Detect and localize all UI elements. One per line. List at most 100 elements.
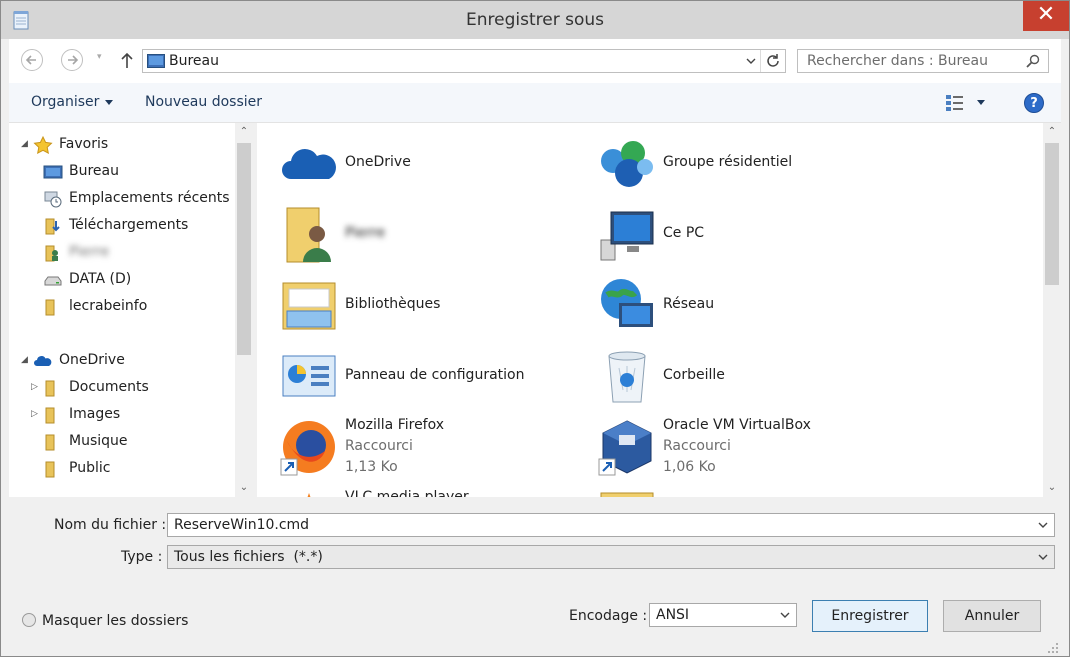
item-homegroup[interactable]: Groupe résidentiel [597,133,897,199]
item-size: 1,06 Ko [663,459,716,475]
back-button[interactable] [21,49,43,71]
homegroup-icon [601,141,653,187]
tree-item-label: Public [69,460,111,476]
item-firefox[interactable]: Mozilla Firefox Raccourci 1,13 Ko [279,417,579,483]
item-network[interactable]: Réseau [597,275,897,341]
tree-item-label: DATA (D) [69,271,132,287]
scroll-down-icon[interactable]: ⌄ [1043,479,1061,497]
item-name: Réseau [663,296,715,312]
search-box[interactable]: Rechercher dans : Bureau [797,49,1049,73]
tree-item-music[interactable]: Musique [9,430,229,454]
virtualbox-icon [598,420,652,476]
new-folder-button[interactable]: Nouveau dossier [145,94,262,110]
tree-item-recent[interactable]: Emplacements récents [9,187,230,211]
cancel-button[interactable]: Annuler [943,600,1041,632]
forward-arrow-icon [68,55,79,65]
item-name: Oracle VM VirtualBox [663,417,811,433]
item-folder-partial[interactable] [597,489,897,497]
item-name: Corbeille [663,367,725,383]
tree-item-public[interactable]: Public [9,457,229,481]
tree-item-data-drive[interactable]: DATA (D) [9,268,229,292]
item-name: Panneau de configuration [345,367,525,383]
tree-item-lecrabeinfo[interactable]: lecrabeinfo [9,295,229,319]
command-bar: Organiser Nouveau dossier ? [9,83,1061,123]
tree-item-bureau[interactable]: Bureau [9,160,229,184]
expand-arrow-icon[interactable]: ◢ [21,355,28,365]
chevron-down-icon[interactable] [745,54,757,68]
collapsed-arrow-icon[interactable]: ▷ [31,409,38,419]
tree-onedrive[interactable]: ◢ OneDrive [9,349,229,373]
title-bar: Enregistrer sous ✕ [1,1,1069,39]
collapse-up-icon[interactable] [22,613,36,627]
encoding-select[interactable]: ANSI [649,603,797,627]
recent-locations-dropdown[interactable]: ▾ [97,52,102,62]
tree-onedrive-label: OneDrive [59,352,125,368]
collapsed-arrow-icon[interactable]: ▷ [31,382,38,392]
tree-favorites-label: Favoris [59,136,109,152]
desktop-icon [147,54,165,68]
save-as-dialog: Enregistrer sous ✕ ▾ Bureau Rechercher d… [0,0,1070,657]
up-arrow-icon[interactable] [119,49,135,71]
item-virtualbox[interactable]: Oracle VM VirtualBox Raccourci 1,06 Ko [597,417,897,483]
folder-icon [45,461,55,478]
address-text: Bureau [169,53,219,69]
scroll-down-icon[interactable]: ⌄ [235,479,253,497]
scroll-up-icon[interactable]: ⌃ [1043,123,1061,141]
item-control-panel[interactable]: Panneau de configuration [279,346,579,412]
organize-label: Organiser [31,94,100,110]
refresh-icon[interactable] [765,53,781,69]
item-libraries[interactable]: Bibliothèques [279,275,579,341]
tree-favorites[interactable]: ◢ Favoris [9,133,229,157]
tree-item-downloads[interactable]: Téléchargements [9,214,229,238]
item-recycle-bin[interactable]: Corbeille [597,346,897,412]
save-form: Nom du fichier : ReserveWin10.cmd Type :… [9,497,1061,656]
item-name: Ce PC [663,225,705,241]
filename-value: ReserveWin10.cmd [174,517,310,533]
item-user-folder[interactable]: Pierre [279,204,579,270]
tree-item-documents[interactable]: ▷ Documents [9,376,229,400]
save-button[interactable]: Enregistrer [812,600,928,632]
chevron-down-icon[interactable] [1038,521,1048,529]
close-button[interactable]: ✕ [1023,1,1069,31]
expand-arrow-icon[interactable]: ◢ [21,139,28,149]
item-name: Groupe résidentiel [663,154,793,170]
scrollbar-thumb[interactable] [1045,143,1059,285]
navigation-scrollbar[interactable]: ⌃ ⌄ [235,123,253,497]
address-separator [760,50,761,72]
tree-item-user[interactable]: Pierre [9,241,229,265]
address-bar[interactable]: Bureau [142,49,786,73]
help-button[interactable]: ? [1024,93,1044,113]
navigation-pane: ◢ Favoris Bureau Emplacements récents Té… [9,123,253,497]
filename-label: Nom du fichier : [54,517,167,533]
forward-button[interactable] [61,49,83,71]
resize-grip-icon[interactable] [1047,642,1059,654]
user-folder-icon [286,207,331,263]
user-folder-icon [45,245,58,262]
item-name: Pierre [345,225,386,241]
item-name: Mozilla Firefox [345,417,445,433]
type-select[interactable]: Tous les fichiers (*.*) [167,545,1055,569]
network-icon [601,279,653,327]
content-scrollbar[interactable]: ⌃ ⌄ [1043,123,1061,497]
item-type: Raccourci [663,438,731,454]
view-options-icon[interactable] [945,94,965,112]
filename-field[interactable]: ReserveWin10.cmd [167,513,1055,537]
recycle-bin-icon [608,351,646,403]
item-onedrive[interactable]: OneDrive [279,133,579,199]
control-panel-icon [282,355,336,397]
firefox-icon [280,421,335,476]
item-vlc[interactable]: VLC media player [279,489,579,497]
scroll-up-icon[interactable]: ⌃ [235,123,253,141]
tree-item-images[interactable]: ▷ Images [9,403,229,427]
view-options-dropdown[interactable] [977,100,985,105]
item-this-pc[interactable]: Ce PC [597,204,897,270]
organize-menu[interactable]: Organiser [31,94,114,110]
tree-item-label: lecrabeinfo [69,298,148,314]
hide-folders-button[interactable]: Masquer les dossiers [42,613,188,629]
encoding-label: Encodage : [569,608,648,624]
tree-item-label: Téléchargements [69,217,189,233]
desktop-icon [43,165,63,179]
scrollbar-thumb[interactable] [237,143,251,355]
computer-icon [600,211,654,261]
caret-down-icon [105,99,114,105]
